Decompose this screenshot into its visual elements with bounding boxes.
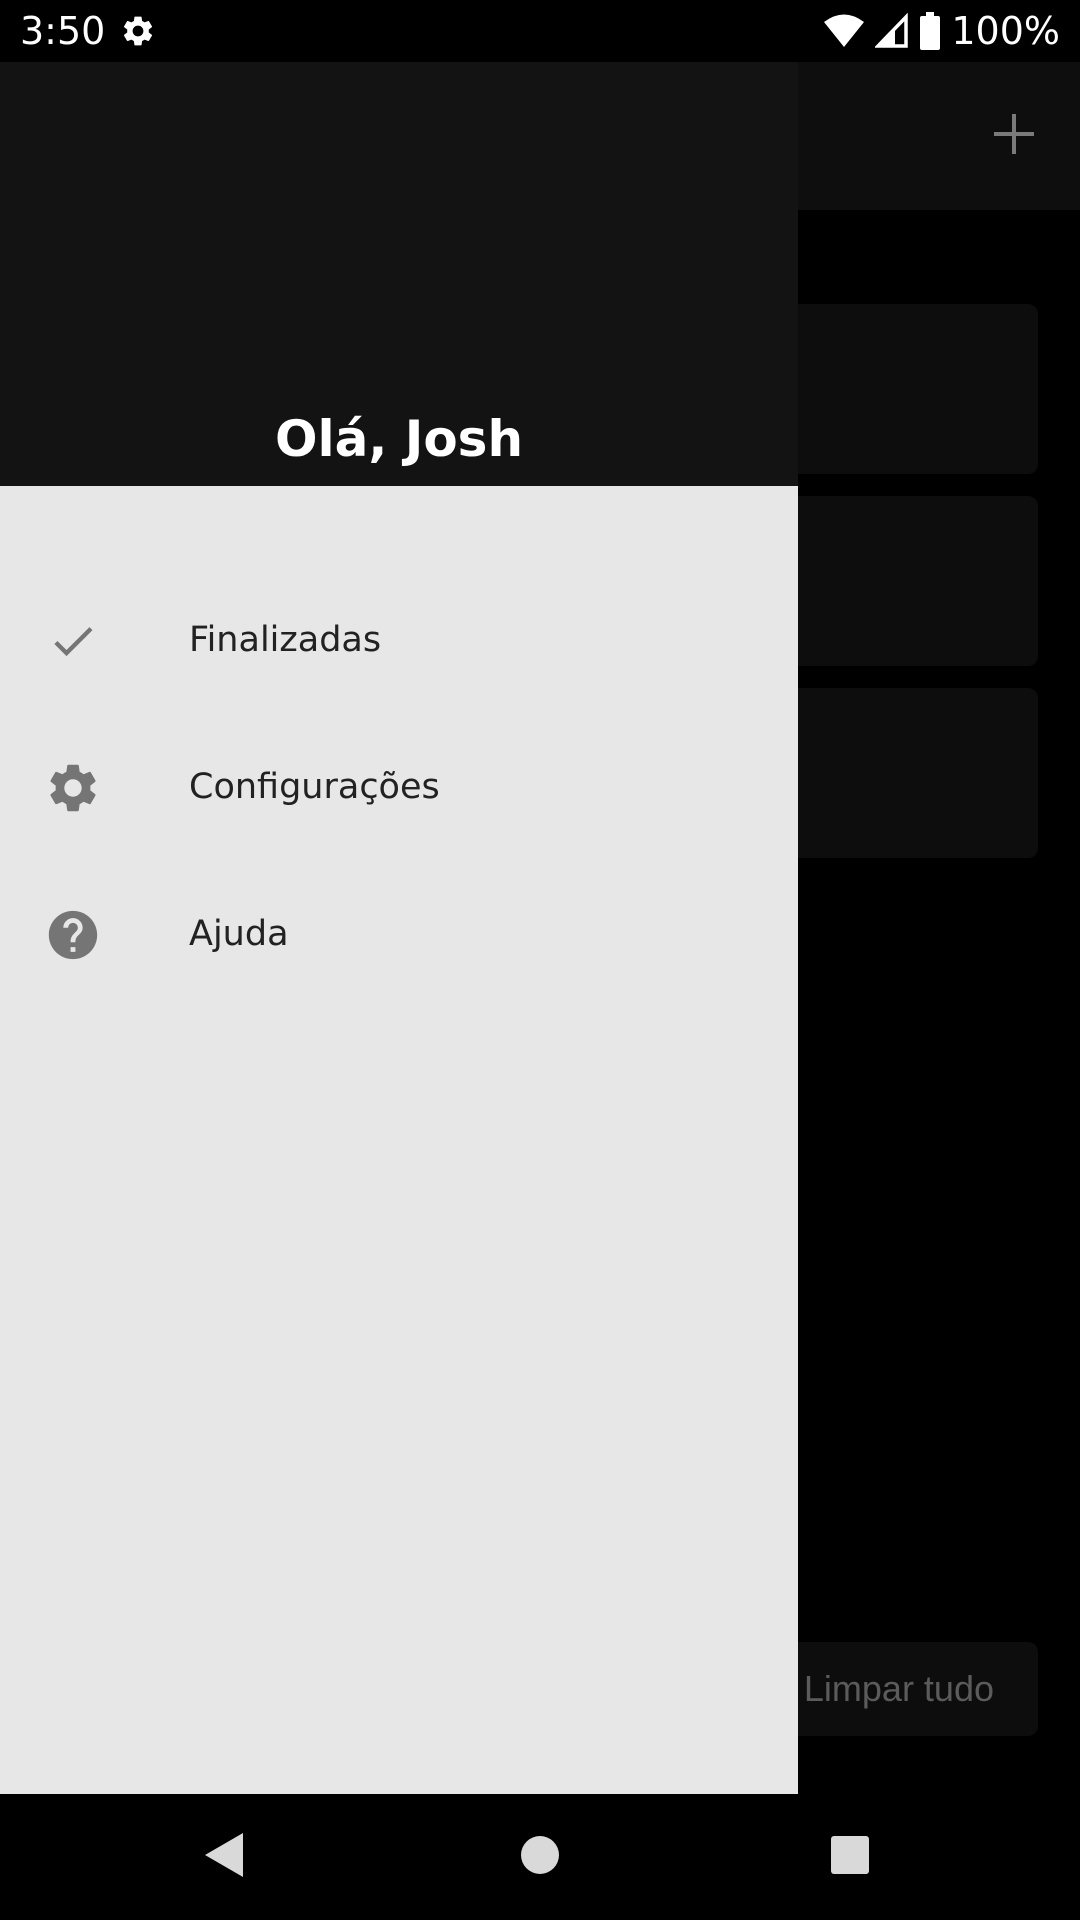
screen: 3:50 100% Limpar tudo Olá, Josh Finaliza… (0, 0, 1080, 1920)
status-time: 3:50 (20, 9, 106, 53)
drawer-item-label: Configurações (189, 767, 440, 807)
gear-icon (44, 759, 102, 817)
status-right-group: 100% (823, 8, 1060, 54)
plus-icon (994, 113, 1034, 159)
task-card[interactable] (760, 304, 1038, 474)
system-nav-bar (0, 1794, 1080, 1920)
help-icon (44, 906, 102, 964)
recents-button[interactable] (820, 1827, 880, 1887)
drawer-greeting: Olá, Josh (274, 410, 524, 468)
drawer-header: Olá, Josh (0, 62, 798, 486)
back-button[interactable] (195, 1827, 255, 1887)
drawer-item-label: Ajuda (189, 914, 289, 954)
navigation-drawer: Olá, Josh Finalizadas Configurações Ajud… (0, 62, 798, 1794)
drawer-item-ajuda[interactable]: Ajuda (0, 861, 798, 1007)
task-card[interactable] (760, 496, 1038, 666)
home-button[interactable] (510, 1827, 570, 1887)
back-icon (203, 1831, 247, 1884)
home-icon (519, 1834, 561, 1881)
add-button[interactable] (976, 98, 1052, 174)
wifi-icon (823, 13, 865, 49)
check-icon (44, 612, 102, 670)
settings-icon (120, 13, 156, 49)
cell-signal-icon (875, 13, 909, 49)
drawer-item-configuracoes[interactable]: Configurações (0, 714, 798, 860)
status-bar: 3:50 100% (0, 0, 1080, 62)
drawer-item-finalizadas[interactable]: Finalizadas (0, 567, 798, 713)
drawer-item-label: Finalizadas (189, 620, 382, 660)
recents-icon (829, 1834, 871, 1881)
task-card[interactable] (760, 688, 1038, 858)
battery-icon (919, 12, 941, 50)
battery-percent: 100% (951, 9, 1060, 53)
